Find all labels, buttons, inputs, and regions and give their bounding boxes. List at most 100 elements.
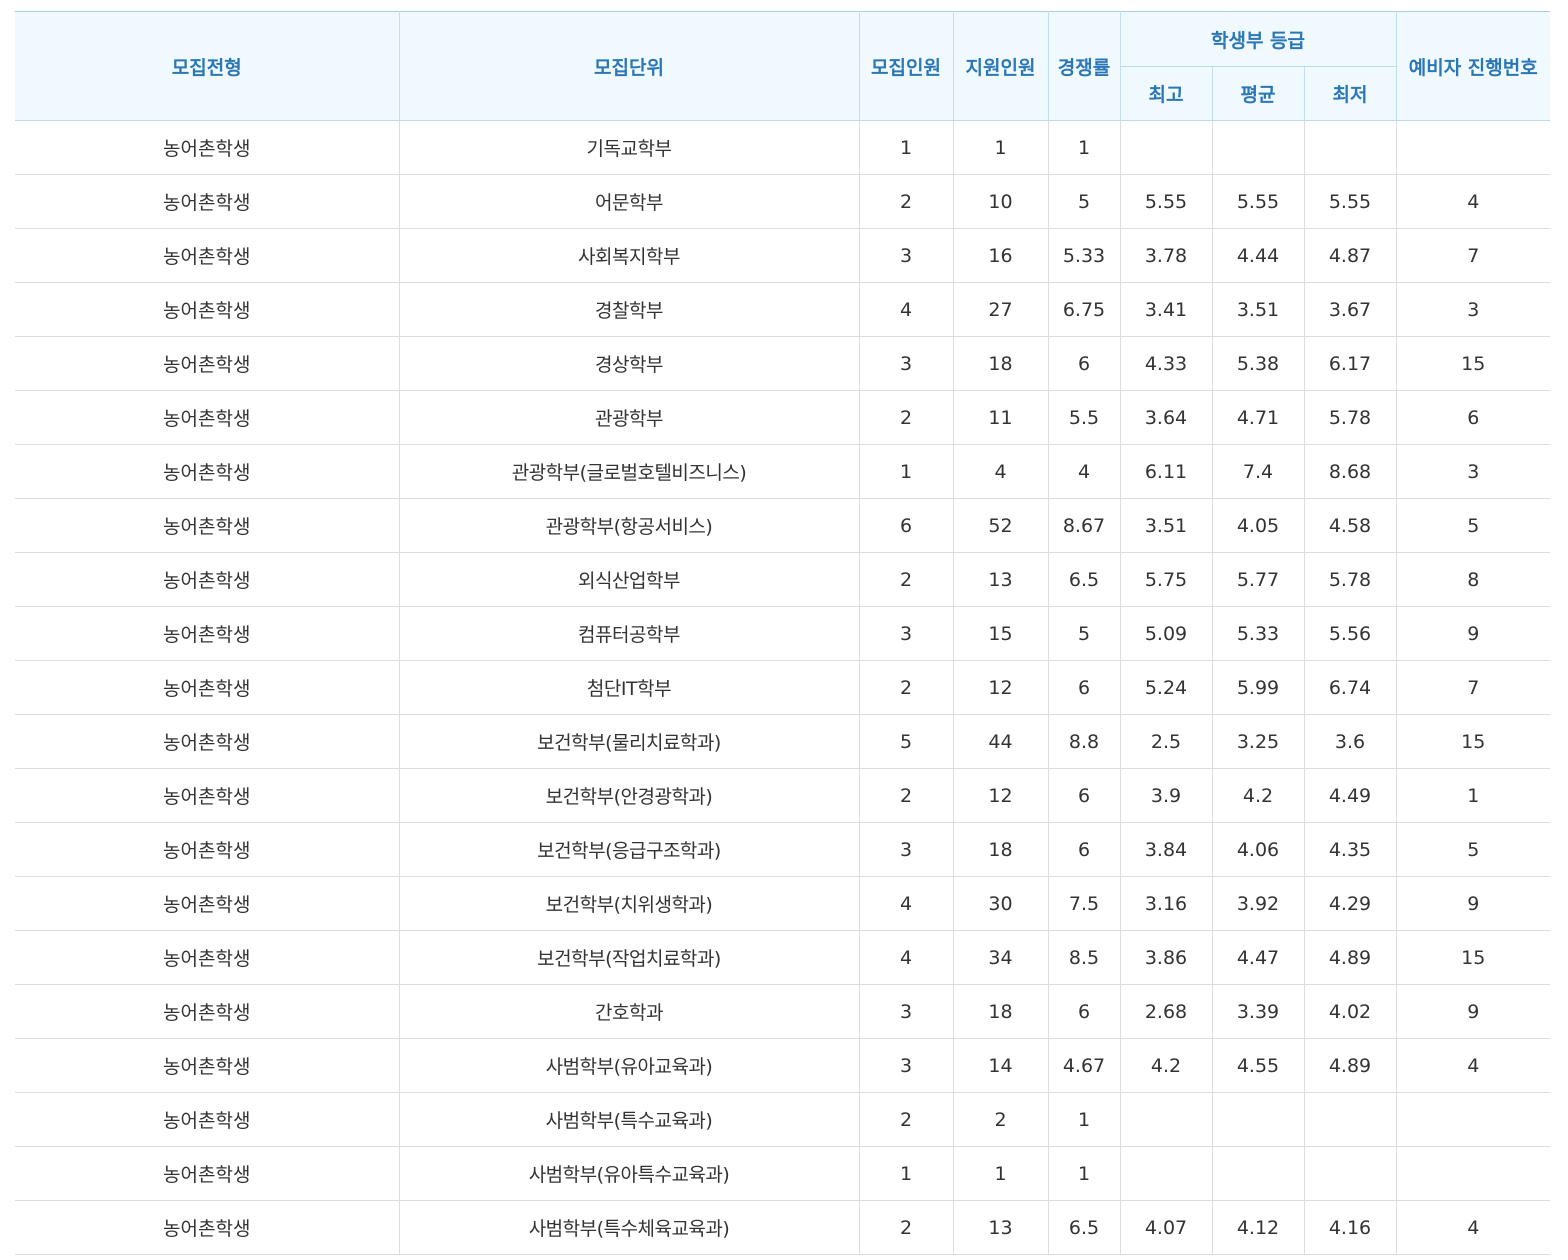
cell-quota: 2 (858, 174, 953, 229)
cell-grade-min: 5.55 (1303, 174, 1396, 229)
cell-applicants: 11 (952, 390, 1048, 445)
cell-grade-min: 5.56 (1303, 606, 1396, 661)
cell-applicants: 13 (952, 552, 1048, 607)
cell-grade-max: 6.11 (1119, 444, 1212, 499)
table-row: 농어촌학생 외식산업학부 2 13 6.5 5.75 5.77 5.78 8 (15, 552, 1550, 607)
cell-applicants: 14 (952, 1038, 1048, 1093)
cell-ratio: 6 (1047, 822, 1120, 877)
cell-waitlist: 9 (1395, 984, 1550, 1039)
cell-applicants: 30 (952, 876, 1048, 931)
cell-grade-avg: 7.4 (1211, 444, 1304, 499)
table-row: 농어촌학생 관광학부(항공서비스) 6 52 8.67 3.51 4.05 4.58 5 (15, 498, 1550, 553)
cell-waitlist: 5 (1395, 822, 1550, 877)
cell-unit: 경상학부 (398, 336, 859, 391)
cell-waitlist (1395, 1092, 1550, 1147)
cell-grade-min: 4.58 (1303, 498, 1396, 553)
table-row: 농어촌학생 보건학부(치위생학과) 4 30 7.5 3.16 3.92 4.29 9 (15, 876, 1550, 931)
cell-unit: 사회복지학부 (398, 228, 859, 283)
cell-grade-avg: 3.92 (1211, 876, 1304, 931)
cell-quota: 3 (858, 606, 953, 661)
cell-grade-max (1119, 1146, 1212, 1201)
cell-applicants: 18 (952, 822, 1048, 877)
cell-waitlist: 4 (1395, 174, 1550, 229)
header-quota: 모집인원 (858, 11, 953, 121)
cell-ratio: 1 (1047, 1092, 1120, 1147)
cell-waitlist: 5 (1395, 498, 1550, 553)
cell-waitlist: 1 (1395, 768, 1550, 823)
cell-grade-min: 5.78 (1303, 552, 1396, 607)
cell-type: 농어촌학생 (15, 552, 399, 607)
cell-grade-min (1303, 120, 1396, 175)
table-row: 농어촌학생 사회복지학부 3 16 5.33 3.78 4.44 4.87 7 (15, 228, 1550, 283)
cell-grade-avg: 3.25 (1211, 714, 1304, 769)
cell-ratio: 6 (1047, 984, 1120, 1039)
cell-grade-min: 4.29 (1303, 876, 1396, 931)
cell-type: 농어촌학생 (15, 822, 399, 877)
cell-ratio: 6.5 (1047, 1200, 1120, 1255)
cell-grade-avg: 4.55 (1211, 1038, 1304, 1093)
table-row: 농어촌학생 사범학부(특수체육교육과) 2 13 6.5 4.07 4.12 4.16 4 (15, 1200, 1550, 1255)
cell-applicants: 12 (952, 660, 1048, 715)
cell-quota: 4 (858, 282, 953, 337)
table-row: 농어촌학생 관광학부(글로벌호텔비즈니스) 1 4 4 6.11 7.4 8.68 3 (15, 444, 1550, 499)
cell-grade-max: 3.51 (1119, 498, 1212, 553)
table-row: 농어촌학생 보건학부(안경광학과) 2 12 6 3.9 4.2 4.49 1 (15, 768, 1550, 823)
cell-quota: 1 (858, 1146, 953, 1201)
cell-unit: 간호학과 (398, 984, 859, 1039)
cell-grade-min: 5.78 (1303, 390, 1396, 445)
cell-waitlist: 3 (1395, 282, 1550, 337)
cell-grade-min: 4.02 (1303, 984, 1396, 1039)
cell-grade-max: 5.24 (1119, 660, 1212, 715)
cell-unit: 보건학부(응급구조학과) (398, 822, 859, 877)
cell-grade-min: 3.6 (1303, 714, 1396, 769)
cell-quota: 3 (858, 1038, 953, 1093)
cell-unit: 보건학부(물리치료학과) (398, 714, 859, 769)
cell-applicants: 12 (952, 768, 1048, 823)
cell-grade-avg: 5.77 (1211, 552, 1304, 607)
table-header: 모집전형 모집단위 모집인원 지원인원 경쟁률 학생부 등급 예비자 진행번호 … (15, 11, 1550, 121)
cell-type: 농어촌학생 (15, 876, 399, 931)
cell-applicants: 52 (952, 498, 1048, 553)
cell-type: 농어촌학생 (15, 714, 399, 769)
header-grade-avg: 평균 (1211, 66, 1304, 121)
cell-quota: 4 (858, 876, 953, 931)
cell-type: 농어촌학생 (15, 768, 399, 823)
cell-type: 농어촌학생 (15, 336, 399, 391)
cell-grade-max: 3.86 (1119, 930, 1212, 985)
cell-grade-max (1119, 120, 1212, 175)
table-row: 농어촌학생 컴퓨터공학부 3 15 5 5.09 5.33 5.56 9 (15, 606, 1550, 661)
cell-waitlist: 8 (1395, 552, 1550, 607)
cell-grade-avg: 4.47 (1211, 930, 1304, 985)
cell-quota: 1 (858, 444, 953, 499)
cell-grade-min: 4.35 (1303, 822, 1396, 877)
cell-applicants: 44 (952, 714, 1048, 769)
cell-grade-max: 2.5 (1119, 714, 1212, 769)
cell-quota: 1 (858, 120, 953, 175)
cell-quota: 2 (858, 768, 953, 823)
cell-grade-max: 2.68 (1119, 984, 1212, 1039)
cell-unit: 보건학부(작업치료학과) (398, 930, 859, 985)
table-body: 농어촌학생 기독교학부 1 1 1 농어촌학생 어문학부 2 10 5 5.55 5.55 5.55 4 농… (15, 120, 1550, 1255)
cell-quota: 5 (858, 714, 953, 769)
cell-waitlist: 15 (1395, 930, 1550, 985)
cell-grade-max: 5.55 (1119, 174, 1212, 229)
cell-quota: 2 (858, 390, 953, 445)
table-row: 농어촌학생 첨단IT학부 2 12 6 5.24 5.99 6.74 7 (15, 660, 1550, 715)
cell-type: 농어촌학생 (15, 120, 399, 175)
cell-grade-avg (1211, 120, 1304, 175)
cell-type: 농어촌학생 (15, 174, 399, 229)
cell-grade-avg: 5.38 (1211, 336, 1304, 391)
cell-type: 농어촌학생 (15, 1200, 399, 1255)
cell-grade-max (1119, 1092, 1212, 1147)
cell-grade-max: 5.75 (1119, 552, 1212, 607)
table-row: 농어촌학생 관광학부 2 11 5.5 3.64 4.71 5.78 6 (15, 390, 1550, 445)
cell-applicants: 18 (952, 984, 1048, 1039)
cell-type: 농어촌학생 (15, 1038, 399, 1093)
cell-unit: 첨단IT학부 (398, 660, 859, 715)
cell-type: 농어촌학생 (15, 1092, 399, 1147)
cell-unit: 사범학부(특수체육교육과) (398, 1200, 859, 1255)
cell-type: 농어촌학생 (15, 984, 399, 1039)
cell-ratio: 8.5 (1047, 930, 1120, 985)
cell-applicants: 2 (952, 1092, 1048, 1147)
cell-unit: 보건학부(치위생학과) (398, 876, 859, 931)
